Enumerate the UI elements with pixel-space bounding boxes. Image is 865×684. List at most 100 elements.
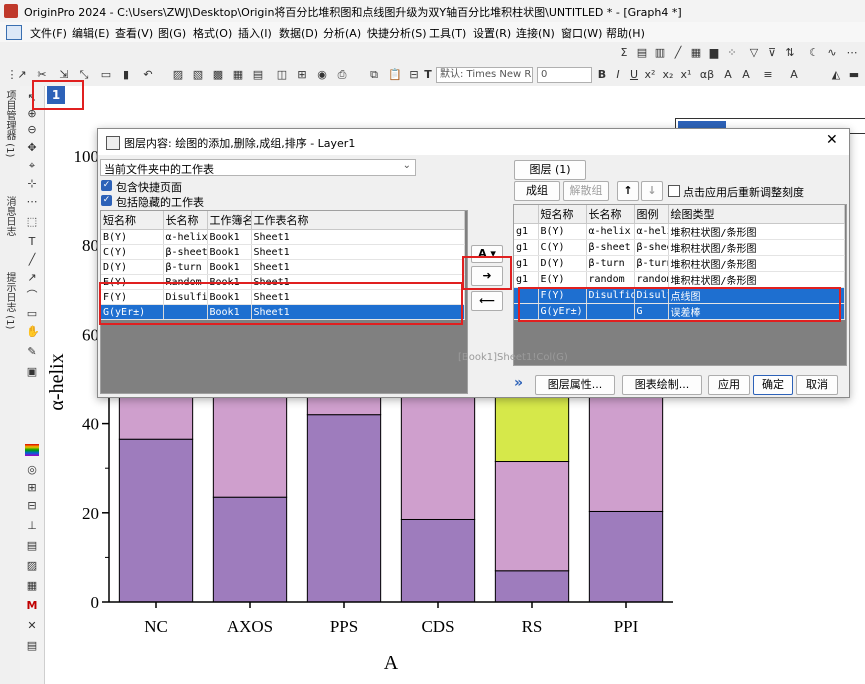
more-icon[interactable]: ⋯ xyxy=(846,47,858,59)
source-dropdown[interactable]: 当前文件夹中的工作表 ⌄ xyxy=(100,159,416,176)
bar-segment-0[interactable] xyxy=(588,510,664,603)
menu-analysis[interactable]: 分析(A) xyxy=(323,25,361,41)
text-tool-icon[interactable]: T xyxy=(26,236,38,248)
layer-selector-button[interactable]: 图层 (1) xyxy=(514,160,586,180)
bar-segment-1[interactable] xyxy=(494,461,570,572)
check-shortcut-checkbox[interactable]: ✓ xyxy=(101,180,112,191)
bar-segment-0[interactable] xyxy=(118,438,194,603)
layer-link-icon[interactable]: ⊞ xyxy=(296,69,308,81)
menu-quick-analysis[interactable]: 快捷分析(S) xyxy=(367,25,427,41)
graph-merge-icon[interactable]: ▧ xyxy=(192,69,204,81)
notes-tool-icon[interactable]: ▤ xyxy=(26,640,38,652)
col-header-book[interactable]: 工作簿名 xyxy=(207,211,252,230)
sheet-tool-icon[interactable]: ▦ xyxy=(26,580,38,592)
move-up-button[interactable]: ↑ xyxy=(617,181,639,201)
document-icon[interactable] xyxy=(6,25,22,40)
line-chart-icon[interactable]: ╱ xyxy=(672,47,684,59)
col-header-group[interactable] xyxy=(514,205,539,224)
ok-button[interactable]: 确定 xyxy=(753,375,793,395)
menu-edit[interactable]: 编辑(E) xyxy=(72,25,110,41)
wave-icon[interactable]: ∿ xyxy=(826,47,838,59)
project-explorer-tab[interactable]: 项目管理器 (1) xyxy=(3,90,17,157)
filter-icon[interactable]: ▽ xyxy=(748,47,760,59)
menu-connect[interactable]: 连接(N) xyxy=(516,25,555,41)
layer-tool-icon[interactable]: ◎ xyxy=(26,464,38,476)
font-color-icon[interactable]: A xyxy=(788,69,800,81)
undo-icon[interactable]: ↶ xyxy=(142,69,154,81)
messages-log-tab[interactable]: 消息日志 xyxy=(3,196,17,236)
group-button[interactable]: 成组 xyxy=(514,181,560,201)
italic-icon[interactable]: I xyxy=(612,69,624,81)
table-row[interactable]: C(Y) β-sheet Book1 Sheet1 xyxy=(101,244,465,260)
color-scale-icon[interactable] xyxy=(25,444,39,456)
menu-tools[interactable]: 工具(T) xyxy=(429,25,466,41)
fill-color-icon[interactable]: ◭ xyxy=(830,69,842,81)
bar-segment-0[interactable] xyxy=(494,570,570,603)
menu-file[interactable]: 文件(F) xyxy=(30,25,67,41)
font-smaller-icon[interactable]: A xyxy=(740,69,752,81)
menu-window[interactable]: 窗口(W) xyxy=(561,25,602,41)
layer-add-icon[interactable]: ◫ xyxy=(276,69,288,81)
export-icon[interactable]: ⎙ xyxy=(336,69,348,81)
bold-icon[interactable]: B xyxy=(596,69,608,81)
menu-settings[interactable]: 设置(R) xyxy=(473,25,511,41)
sigma-icon[interactable]: Σ xyxy=(618,47,630,59)
table-row[interactable]: B(Y) α-helix Book1 Sheet1 xyxy=(101,229,465,245)
col-header-long[interactable]: 长名称 xyxy=(586,205,635,224)
col-header-short[interactable]: 短名称 xyxy=(538,205,587,224)
draw-data-icon[interactable]: ✎ xyxy=(26,346,38,358)
grid-tool-icon[interactable]: ⊞ xyxy=(26,482,38,494)
scatter-icon[interactable]: ⁘ xyxy=(726,47,738,59)
check-hidden-checkbox[interactable]: ✓ xyxy=(101,195,112,206)
table-row[interactable]: g1B(Y)α-helixα-helix堆积柱状图/条形图 xyxy=(514,223,845,240)
dialog-close-icon[interactable]: ✕ xyxy=(826,132,838,148)
list-icon[interactable]: ≡ xyxy=(762,69,774,81)
add-arrow-icon[interactable]: ↗ xyxy=(16,69,28,81)
region-icon[interactable]: ⬚ xyxy=(26,216,38,228)
underline-icon[interactable]: U xyxy=(628,69,640,81)
table-row[interactable]: D(Y) β-turn Book1 Sheet1 xyxy=(101,259,465,275)
sort-icon[interactable]: ⇅ xyxy=(784,47,796,59)
menu-graph[interactable]: 图(G) xyxy=(158,25,186,41)
col-header-plot-type[interactable]: 绘图类型 xyxy=(668,205,845,224)
menu-view[interactable]: 查看(V) xyxy=(115,25,153,41)
zoom-out-icon[interactable]: ⊖ xyxy=(26,124,38,136)
axis-tool-icon[interactable]: ⊥ xyxy=(26,520,38,532)
greek-icon[interactable]: αβ xyxy=(696,69,718,81)
filter-x-icon[interactable]: ⊽ xyxy=(766,47,778,59)
menu-data[interactable]: 数据(D) xyxy=(279,25,318,41)
table-tool-icon[interactable]: ⊟ xyxy=(26,500,38,512)
paste-icon[interactable]: 📋 xyxy=(388,69,402,81)
graph-extract-icon[interactable]: ▤ xyxy=(252,69,264,81)
copy-icon[interactable]: ⧉ xyxy=(368,69,380,81)
bar-segment-0[interactable] xyxy=(306,414,382,603)
menu-format[interactable]: 格式(O) xyxy=(193,25,232,41)
move-down-button[interactable]: ↓ xyxy=(641,181,663,201)
apply-button[interactable]: 应用 xyxy=(708,375,750,395)
cancel-button[interactable]: 取消 xyxy=(796,375,838,395)
col-header-short[interactable]: 短名称 xyxy=(101,211,164,230)
screen-reader-icon[interactable]: ⊹ xyxy=(26,178,38,190)
table-row[interactable]: g1E(Y)randomrandom堆积柱状图/条形图 xyxy=(514,271,845,288)
hints-log-tab[interactable]: 提示日志 (1) xyxy=(3,272,17,329)
bar-segment-0[interactable] xyxy=(400,518,476,603)
moon-icon[interactable]: ☾ xyxy=(808,47,820,59)
rectangle-tool-icon[interactable]: ▭ xyxy=(26,308,38,320)
table-row[interactable]: g1C(Y)β-sheetβ-sheet堆积柱状图/条形图 xyxy=(514,239,845,256)
rescale-checkbox[interactable] xyxy=(668,185,680,197)
matrix-icon[interactable]: M xyxy=(26,600,38,612)
format-icon[interactable]: ⊟ xyxy=(408,69,420,81)
column-stats-icon[interactable]: ▤ xyxy=(636,47,648,59)
column-chart-icon[interactable]: ▦ xyxy=(690,47,702,59)
menu-help[interactable]: 帮助(H) xyxy=(606,25,645,41)
col-header-long[interactable]: 长名称 xyxy=(163,211,208,230)
superscript-icon[interactable]: x² xyxy=(644,69,656,81)
layer-icon[interactable]: ▭ xyxy=(100,69,112,81)
col-header-legend[interactable]: 图例 xyxy=(634,205,669,224)
histogram-icon[interactable]: ▆ xyxy=(708,47,720,59)
mask-icon[interactable]: ▣ xyxy=(26,366,38,378)
hand-tool-icon[interactable]: ✋ xyxy=(26,326,40,338)
plot-setup-button[interactable]: 图表绘制... xyxy=(622,375,702,395)
graph-layout-icon[interactable]: ▩ xyxy=(212,69,224,81)
table-row[interactable]: g1D(Y)β-turnβ-turn堆积柱状图/条形图 xyxy=(514,255,845,272)
